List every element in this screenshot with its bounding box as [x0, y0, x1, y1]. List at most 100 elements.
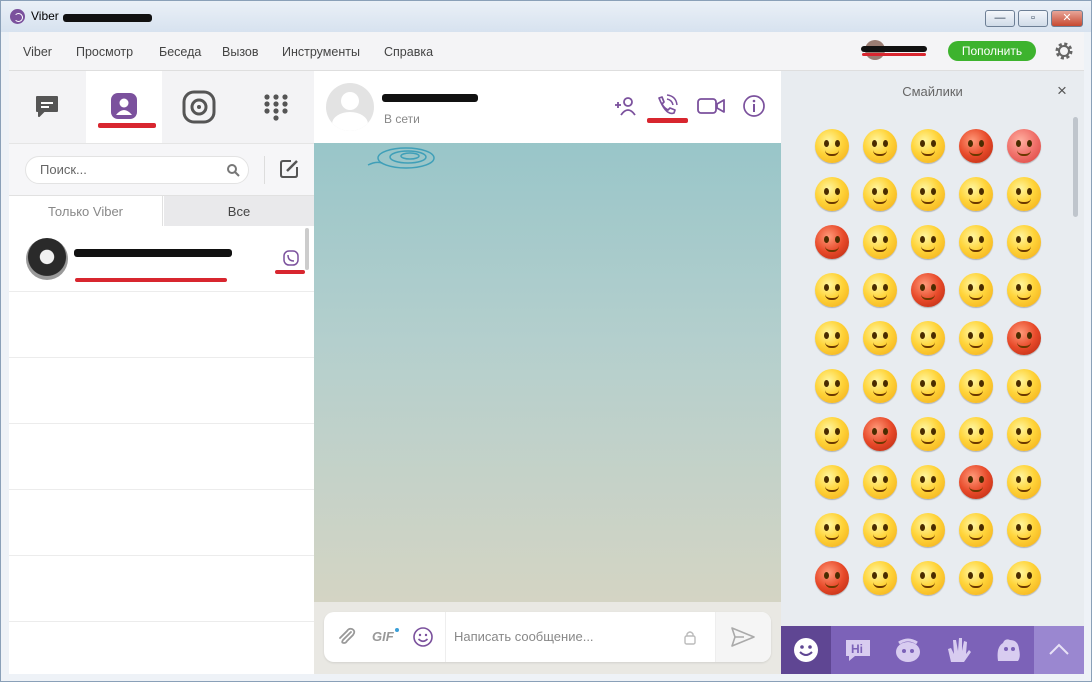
- character-icon: [896, 638, 920, 662]
- emoji-item[interactable]: [911, 417, 945, 451]
- emoji-item[interactable]: [1007, 273, 1041, 307]
- emoji-item[interactable]: [863, 273, 897, 307]
- minimize-button[interactable]: —: [985, 10, 1015, 27]
- emoji-item[interactable]: [959, 129, 993, 163]
- background-swirl: [367, 147, 435, 169]
- search-input[interactable]: Поиск...: [25, 156, 249, 184]
- emoji-item[interactable]: [1007, 417, 1041, 451]
- emoji-item[interactable]: [911, 513, 945, 547]
- viber-badge-icon: [283, 250, 299, 266]
- emoji-item[interactable]: [1007, 369, 1041, 403]
- window-title: Viber: [31, 9, 59, 23]
- emoji-item[interactable]: [1007, 561, 1041, 595]
- emoji-item[interactable]: [863, 177, 897, 211]
- public-accounts-icon: [182, 90, 216, 124]
- emoji-item[interactable]: [959, 177, 993, 211]
- emoji-item[interactable]: [1007, 465, 1041, 499]
- category-gestures[interactable]: [933, 626, 983, 674]
- compose-icon[interactable]: [277, 157, 301, 181]
- emoji-item[interactable]: [1007, 321, 1041, 355]
- emoji-item[interactable]: [959, 465, 993, 499]
- video-call-icon[interactable]: [696, 93, 726, 119]
- emoji-item[interactable]: [911, 177, 945, 211]
- emoji-item[interactable]: [959, 225, 993, 259]
- emoji-item[interactable]: [863, 465, 897, 499]
- maximize-button[interactable]: ▫: [1018, 10, 1048, 27]
- message-input[interactable]: Написать сообщение...: [445, 612, 715, 662]
- lock-icon[interactable]: [683, 629, 697, 645]
- tab-dialpad[interactable]: [238, 71, 314, 143]
- filter-all[interactable]: Все: [164, 196, 314, 227]
- emoji-scrollbar[interactable]: [1073, 117, 1078, 217]
- menu-viber[interactable]: Viber: [23, 45, 52, 59]
- emoji-item[interactable]: [815, 177, 849, 211]
- emoji-item[interactable]: [863, 561, 897, 595]
- topup-button[interactable]: Пополнить: [948, 41, 1036, 61]
- emoji-item[interactable]: [815, 513, 849, 547]
- emoji-item[interactable]: [911, 129, 945, 163]
- emoji-item[interactable]: [1007, 225, 1041, 259]
- contact-avatar[interactable]: [326, 83, 374, 131]
- gif-button[interactable]: GIF: [372, 629, 394, 644]
- emoji-item[interactable]: [815, 129, 849, 163]
- smiley-icon: [794, 638, 818, 662]
- menu-bar: Viber Просмотр Беседа Вызов Инструменты …: [9, 32, 1084, 71]
- menu-call[interactable]: Вызов: [222, 45, 259, 59]
- emoji-item[interactable]: [815, 369, 849, 403]
- info-icon[interactable]: [741, 93, 767, 119]
- emoji-item[interactable]: [911, 273, 945, 307]
- emoji-item[interactable]: [815, 561, 849, 595]
- emoji-item[interactable]: [863, 417, 897, 451]
- emoji-item[interactable]: [959, 369, 993, 403]
- menu-tools[interactable]: Инструменты: [282, 45, 360, 59]
- emoji-item[interactable]: [863, 513, 897, 547]
- tab-chats[interactable]: [9, 71, 85, 143]
- emoji-item[interactable]: [911, 465, 945, 499]
- emoji-item[interactable]: [815, 417, 849, 451]
- emoji-item[interactable]: [1007, 177, 1041, 211]
- tab-public-accounts[interactable]: [162, 71, 238, 143]
- emoji-item[interactable]: [959, 513, 993, 547]
- emoji-item[interactable]: [959, 417, 993, 451]
- emoji-item[interactable]: [911, 321, 945, 355]
- emoji-item[interactable]: [911, 369, 945, 403]
- emoji-item[interactable]: [863, 225, 897, 259]
- emoji-item[interactable]: [815, 225, 849, 259]
- category-creatures[interactable]: [983, 626, 1033, 674]
- emoji-item[interactable]: [911, 561, 945, 595]
- call-icon[interactable]: [653, 93, 679, 119]
- emoji-item[interactable]: [959, 561, 993, 595]
- filter-viber-only[interactable]: Только Viber: [9, 196, 163, 227]
- list-scrollbar[interactable]: [305, 228, 309, 270]
- gear-icon[interactable]: [1052, 39, 1076, 63]
- annotation-underline: [75, 278, 227, 282]
- category-hi[interactable]: Hi: [833, 626, 883, 674]
- menu-conversation[interactable]: Беседа: [159, 45, 201, 59]
- attach-icon[interactable]: [336, 626, 358, 648]
- emoji-item[interactable]: [959, 321, 993, 355]
- emoji-item[interactable]: [815, 273, 849, 307]
- emoji-item[interactable]: [1007, 129, 1041, 163]
- emoji-item[interactable]: [815, 321, 849, 355]
- emoji-item[interactable]: [863, 369, 897, 403]
- menu-help[interactable]: Справка: [384, 45, 433, 59]
- close-window-button[interactable]: ✕: [1051, 10, 1083, 27]
- emoji-item[interactable]: [911, 225, 945, 259]
- add-participant-icon[interactable]: [613, 93, 639, 119]
- emoji-item[interactable]: [815, 465, 849, 499]
- close-icon[interactable]: ×: [1057, 81, 1067, 101]
- emoji-item[interactable]: [959, 273, 993, 307]
- emoji-item[interactable]: [863, 321, 897, 355]
- emoji-icon[interactable]: [412, 626, 434, 648]
- tab-contacts[interactable]: [86, 71, 162, 143]
- chats-icon: [36, 96, 58, 117]
- emoji-item[interactable]: [863, 129, 897, 163]
- category-smileys[interactable]: [781, 626, 831, 674]
- send-icon[interactable]: [730, 626, 756, 648]
- emoji-panel-title: Смайлики: [902, 84, 963, 99]
- menu-view[interactable]: Просмотр: [76, 45, 133, 59]
- emoji-item[interactable]: [1007, 513, 1041, 547]
- category-expand[interactable]: [1034, 626, 1084, 674]
- list-item[interactable]: [9, 226, 314, 292]
- category-characters[interactable]: [883, 626, 933, 674]
